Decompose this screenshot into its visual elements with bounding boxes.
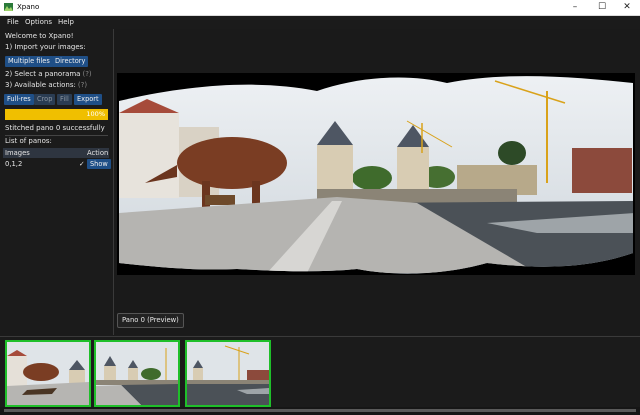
thumbnail-image-2[interactable]	[185, 340, 271, 407]
full-res-button[interactable]: Full-res	[4, 94, 34, 105]
fill-button[interactable]: Fill	[57, 94, 72, 105]
progress-bar: 100%	[5, 109, 108, 120]
thumbnail-strip	[0, 336, 640, 407]
divider	[5, 135, 108, 136]
menu-file[interactable]: File	[7, 18, 19, 26]
status-text: Stitched pano 0 successfully	[5, 124, 105, 132]
title-bar: Xpano – ☐ ✕	[0, 0, 640, 16]
table-row[interactable]: 0,1,2 ✓ Show	[3, 159, 111, 169]
select-pano-step: 2) Select a panorama (?)	[5, 70, 92, 78]
pano-list-title: List of panos:	[5, 137, 52, 145]
menu-options[interactable]: Options	[25, 18, 52, 26]
maximize-button[interactable]: ☐	[589, 0, 615, 15]
progress-label: 100%	[86, 110, 105, 118]
thumbnail-2-image	[187, 342, 269, 405]
select-pano-label: 2) Select a panorama	[5, 70, 81, 78]
scrollbar-thumb[interactable]	[4, 409, 636, 412]
pano-images-cell: 0,1,2	[5, 160, 23, 168]
pano-preview-label: Pano 0 (Preview)	[117, 313, 184, 328]
directory-button[interactable]: Directory	[52, 56, 89, 67]
help-icon[interactable]: (?)	[82, 70, 91, 78]
export-button[interactable]: Export	[74, 94, 102, 105]
actions-label: 3) Available actions:	[5, 81, 76, 89]
import-step-label: 1) Import your images:	[5, 43, 86, 51]
close-button[interactable]: ✕	[614, 0, 640, 15]
minimize-button[interactable]: –	[562, 0, 588, 15]
pano-table-header: Images Action	[3, 148, 109, 158]
thumbnail-image-0[interactable]	[5, 340, 91, 407]
thumbnail-0-image	[7, 342, 89, 405]
xpano-logo-icon	[4, 3, 13, 11]
welcome-text: Welcome to Xpano!	[5, 32, 74, 40]
crop-button[interactable]: Crop	[34, 94, 56, 105]
menu-bar: File Options Help	[0, 16, 640, 29]
check-icon: ✓	[79, 160, 85, 168]
multiple-files-button[interactable]: Multiple files	[5, 56, 53, 67]
panorama-image	[119, 76, 633, 274]
thumbnail-1-image	[96, 342, 178, 405]
thumbnail-image-1[interactable]	[94, 340, 180, 407]
column-header-images: Images	[5, 149, 30, 157]
pano-preview-image[interactable]	[117, 73, 635, 275]
help-icon[interactable]: (?)	[78, 81, 87, 89]
window-title: Xpano	[17, 3, 40, 11]
show-pano-button[interactable]: Show	[87, 159, 111, 169]
actions-step: 3) Available actions: (?)	[5, 81, 87, 89]
column-header-action: Action	[87, 149, 109, 157]
sidebar: Welcome to Xpano! 1) Import your images:…	[0, 29, 114, 335]
horizontal-scrollbar[interactable]	[0, 407, 640, 415]
pano-viewer[interactable]: Pano 0 (Preview)	[114, 29, 640, 335]
menu-help[interactable]: Help	[58, 18, 74, 26]
